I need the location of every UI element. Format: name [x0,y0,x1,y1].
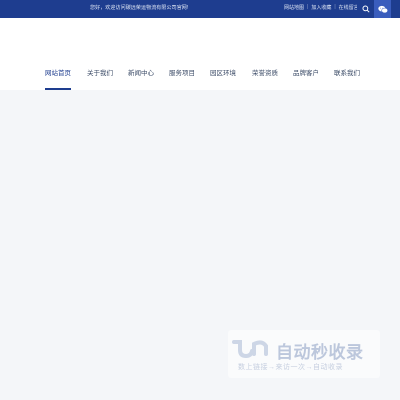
wechat-icon [377,5,388,13]
nav-services[interactable]: 服务项目 [169,69,195,90]
bookmark-link[interactable]: 加入收藏 [311,4,331,11]
watermark-badge: 自动秒收录 数上链接→来访一次→自动收录 [228,330,380,378]
wechat-button[interactable] [374,0,391,18]
top-links: 网站地图 | 加入收藏 | 在线留言 [284,4,359,11]
message-link[interactable]: 在线留言 [339,4,359,11]
nav-clients[interactable]: 品牌客户 [293,69,319,90]
nav-park[interactable]: 园区环境 [210,69,236,90]
link-separator: | [334,4,336,10]
main-nav: 网站首页 关于我们 新闻中心 服务项目 园区环境 荣誉资质 品牌客户 联系我们 [0,69,400,90]
sitemap-link[interactable]: 网站地图 [284,4,304,11]
search-icon [361,5,370,13]
search-button[interactable] [357,0,374,18]
top-bar: 您好，欢迎访问碳远荣运物流有限公司官网! 网站地图 | 加入收藏 | 在线留言 [0,0,400,18]
welcome-text: 您好，欢迎访问碳远荣运物流有限公司官网! [90,5,189,11]
nav-home[interactable]: 网站首页 [45,69,71,90]
nav-honors[interactable]: 荣誉资质 [252,69,278,90]
watermark-subtitle: 数上链接→来访一次→自动收录 [238,364,343,371]
watermark-logo-icon [232,340,268,359]
watermark-title: 自动秒收录 [276,343,364,362]
nav-contact[interactable]: 联系我们 [334,69,360,90]
nav-news[interactable]: 新闻中心 [128,69,154,90]
link-separator: | [307,4,309,10]
nav-about[interactable]: 关于我们 [87,69,113,90]
